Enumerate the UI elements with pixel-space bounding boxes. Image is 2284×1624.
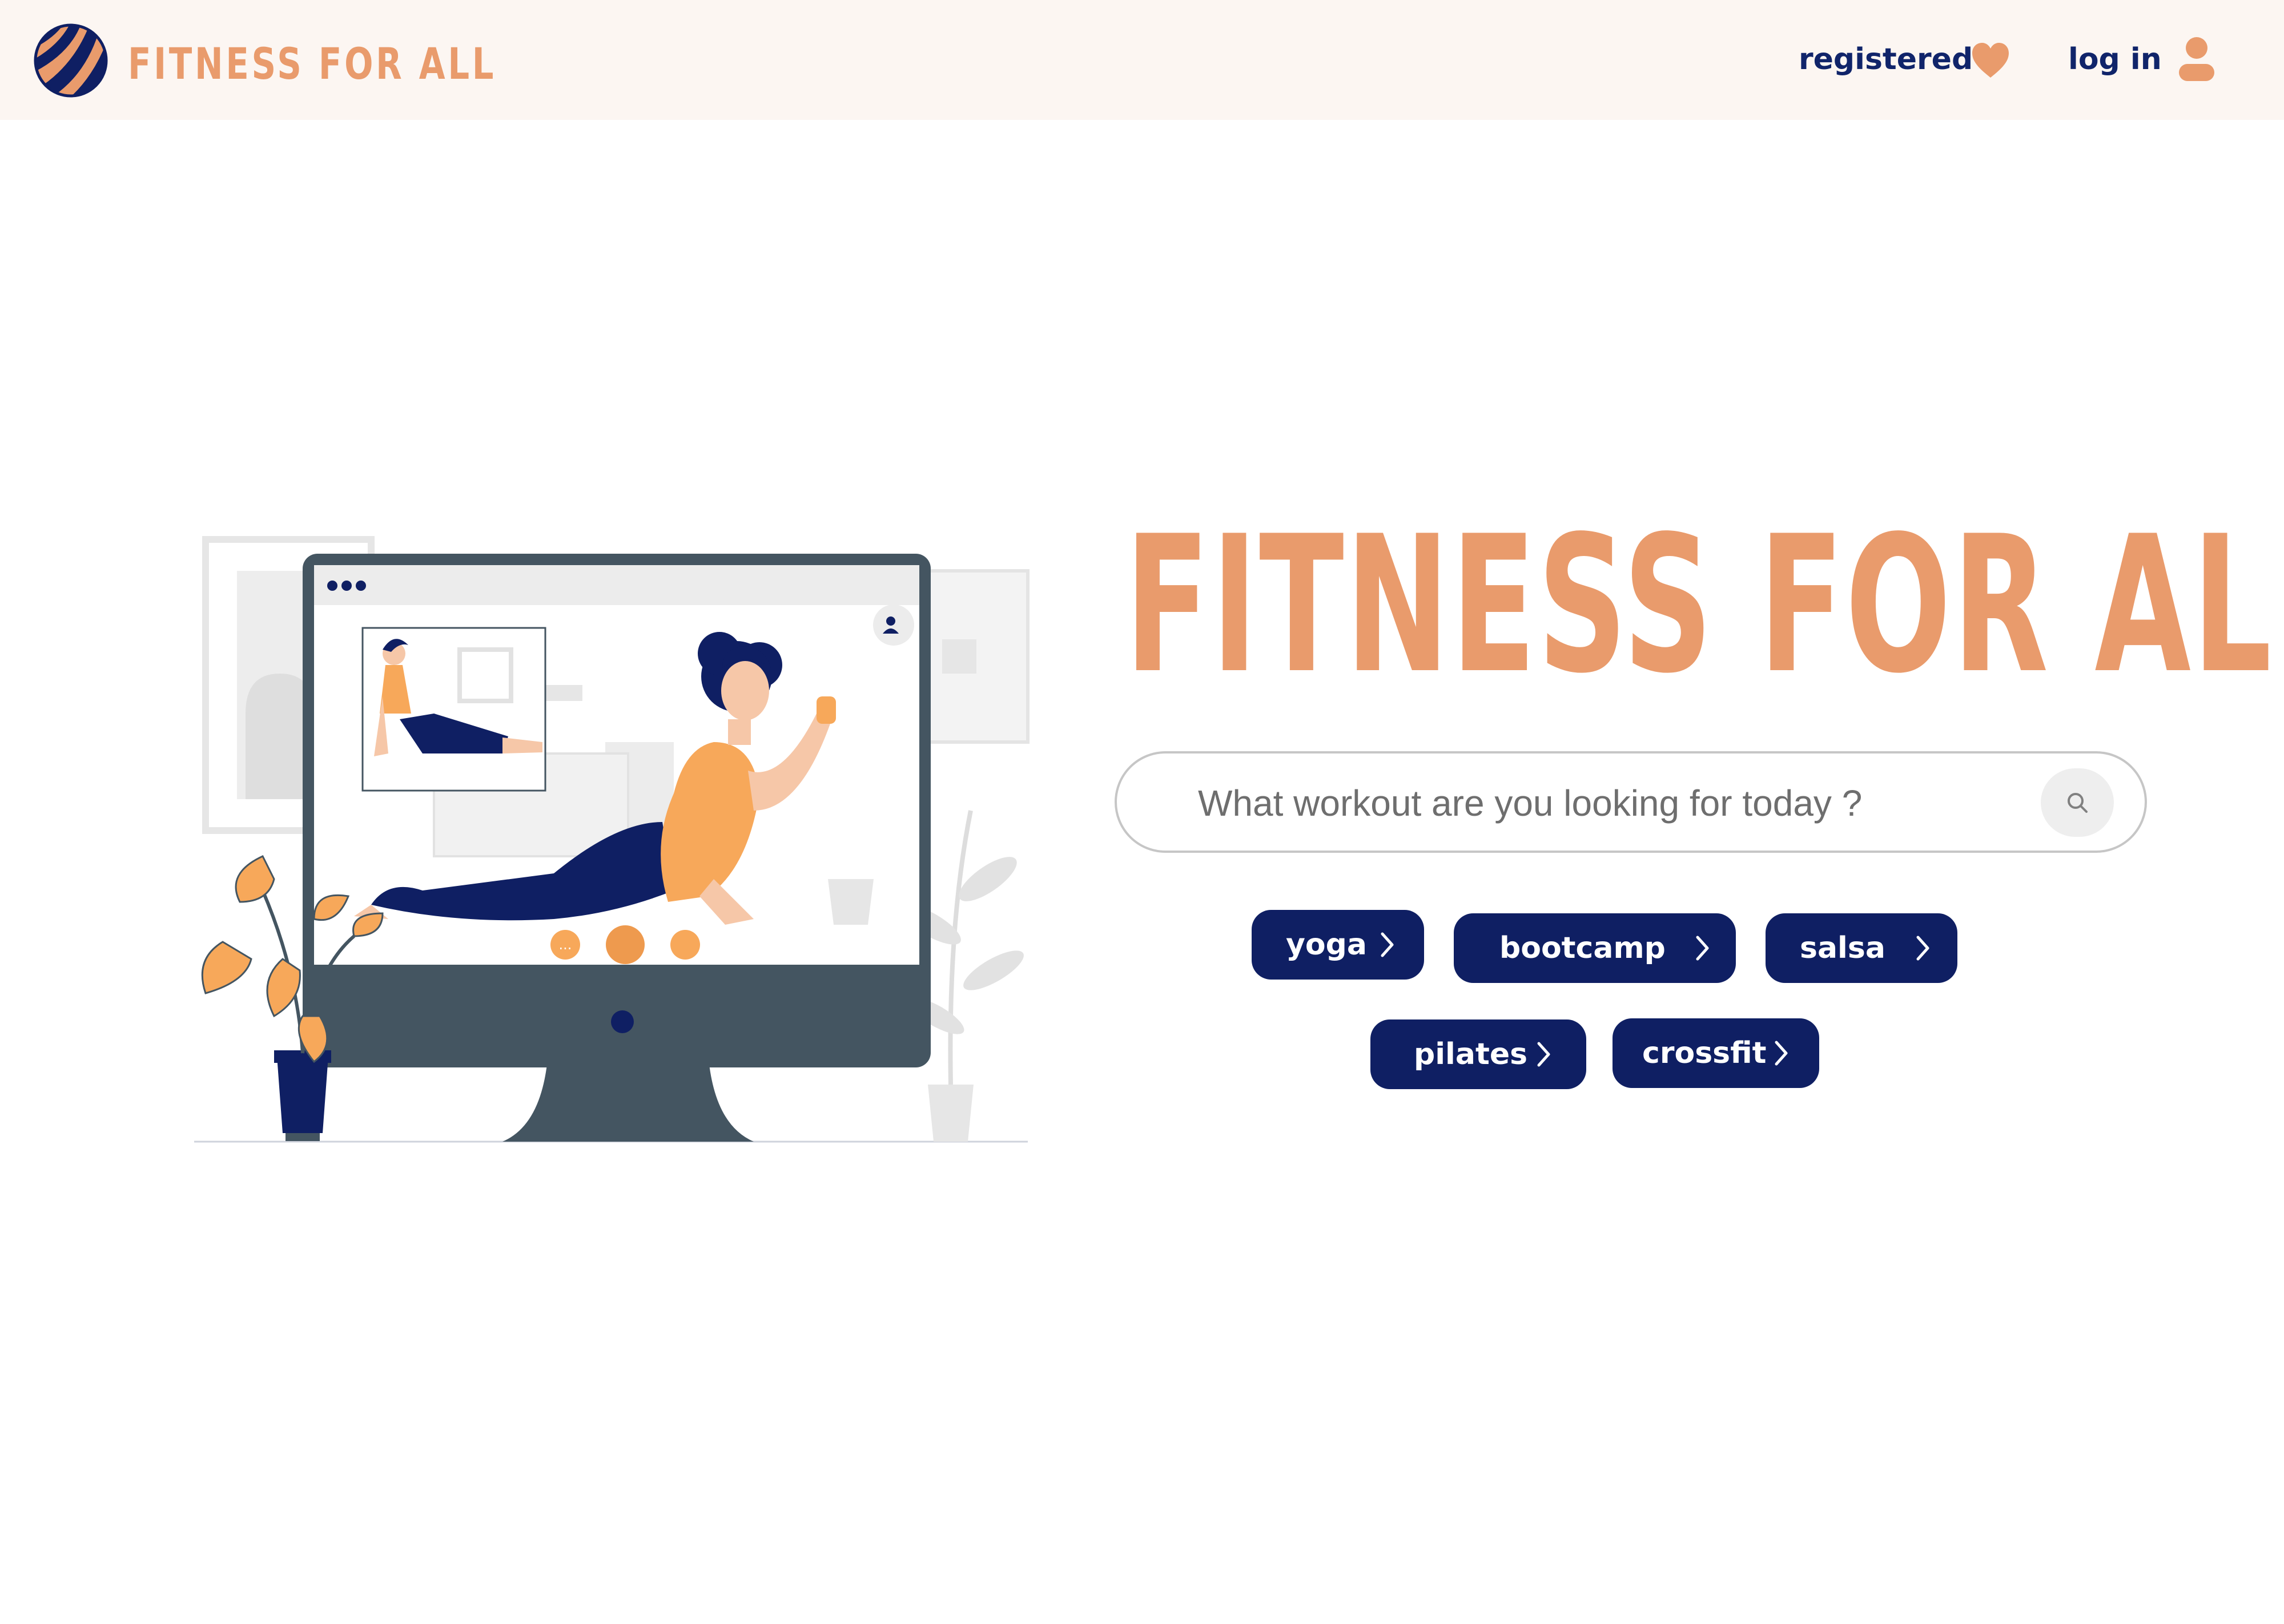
login-link[interactable]: log in (2068, 37, 2162, 82)
heart-icon[interactable] (1971, 42, 2010, 79)
category-chip-bootcamp[interactable]: bootcamp (1454, 913, 1736, 983)
search-bar[interactable] (1115, 751, 2147, 853)
chip-label: pilates (1414, 1037, 1528, 1071)
category-chip-crossfit[interactable]: crossfit (1613, 1018, 1819, 1088)
chevron-right-icon (1537, 1042, 1550, 1067)
chevron-right-icon (1916, 936, 1929, 961)
category-chip-pilates[interactable]: pilates (1370, 1019, 1586, 1089)
chip-label: salsa (1800, 931, 1885, 965)
hero-title: FITNESS FOR ALL (1125, 495, 2284, 715)
svg-text:...: ... (559, 937, 572, 953)
search-input[interactable] (1197, 774, 1998, 832)
logo-icon[interactable] (33, 23, 108, 98)
chip-label: crossfit (1642, 1036, 1767, 1070)
chip-label: bootcamp (1499, 931, 1666, 965)
registered-link[interactable]: registered (1799, 37, 1973, 82)
search-icon (2068, 793, 2088, 813)
user-icon[interactable] (2178, 37, 2215, 82)
chevron-right-icon (1696, 936, 1709, 961)
category-chip-salsa[interactable]: salsa (1766, 913, 1957, 983)
chevron-right-icon (1775, 1041, 1788, 1066)
search-button[interactable] (2041, 768, 2114, 837)
online-workout-illustration: ... (194, 536, 1030, 1143)
top-header: FITNESS FOR ALL registered log in (0, 0, 2284, 120)
chevron-right-icon (1381, 932, 1394, 957)
category-chip-yoga[interactable]: yoga (1252, 910, 1424, 980)
chip-label: yoga (1286, 928, 1367, 962)
brand-name[interactable]: FITNESS FOR ALL (128, 35, 496, 92)
